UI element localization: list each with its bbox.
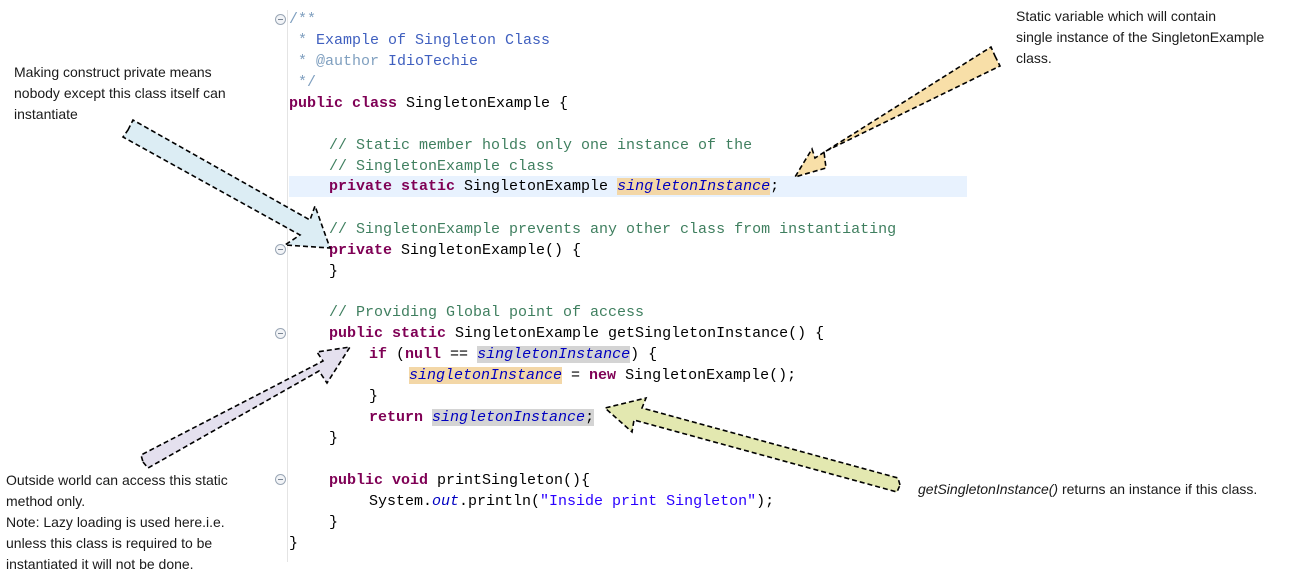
arrow-accessor [140, 345, 352, 470]
arrow-constructor [121, 118, 332, 249]
arrow-return [603, 396, 901, 493]
arrow-static-variable [793, 45, 1002, 179]
annotation-arrows [121, 45, 1002, 493]
